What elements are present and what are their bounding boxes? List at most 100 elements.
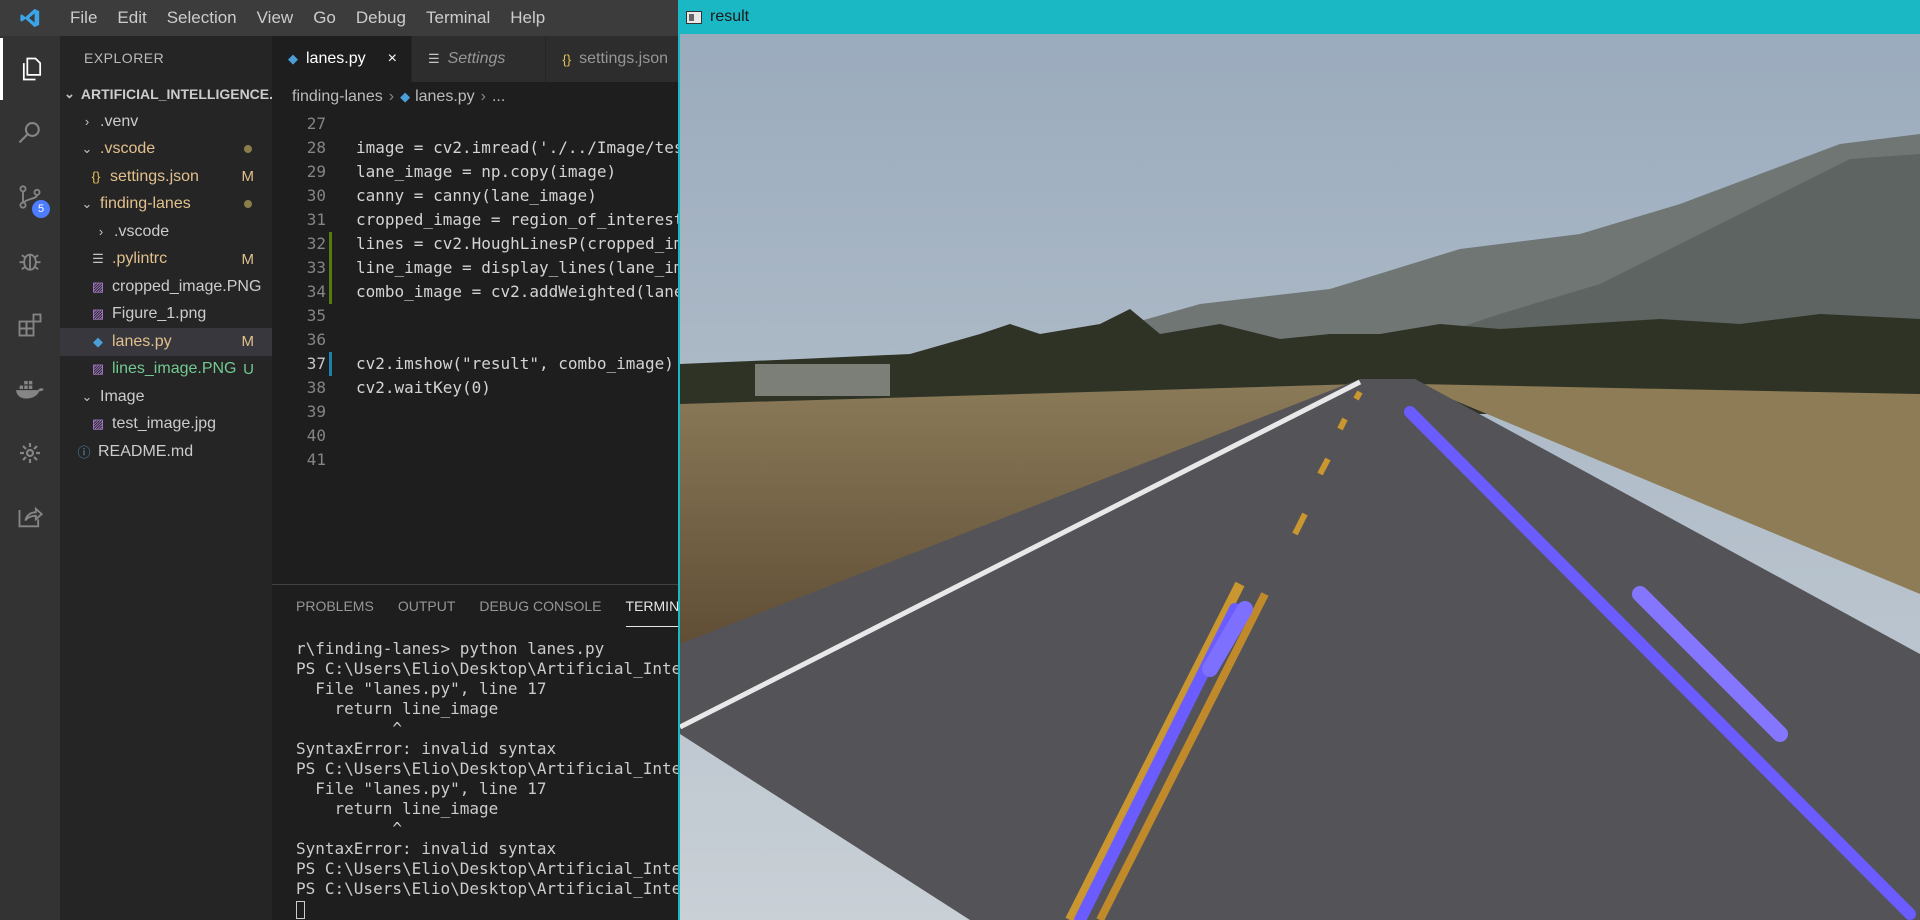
line-number: 37 (306, 354, 326, 373)
modified-status: M (241, 250, 255, 268)
tree-item-readme[interactable]: ⓘ README.md (60, 438, 272, 466)
chevron-right-icon: › (84, 114, 90, 130)
close-icon[interactable]: × (388, 50, 397, 68)
bottom-panel: PROBLEMS OUTPUT DEBUG CONSOLE TERMINAL r… (272, 584, 701, 920)
source-control-icon[interactable]: 5 (0, 166, 60, 228)
untracked-status: U (243, 360, 254, 378)
tree-item-lines-image[interactable]: ▨ lines_image.PNG U (60, 356, 272, 384)
tab-settings-json[interactable]: {} settings.json (546, 36, 684, 82)
text-file-icon: ☰ (92, 251, 104, 267)
menu-selection[interactable]: Selection (157, 0, 247, 36)
chevron-down-icon: ⌄ (81, 388, 93, 404)
tree-item-finding-lanes[interactable]: ⌄ finding-lanes (60, 191, 272, 219)
python-file-icon: ◆ (288, 51, 298, 66)
python-file-icon: ◆ (93, 333, 103, 349)
explorer-title: EXPLORER (84, 50, 165, 66)
tree-item-label: test_image.jpg (112, 415, 217, 433)
line-number: 27 (306, 114, 326, 133)
result-road-image (680, 34, 1920, 920)
tab-lanes-py[interactable]: ◆ lanes.py × (272, 36, 412, 82)
vscode-logo-icon (0, 0, 60, 36)
tree-item-label: .vscode (114, 222, 170, 240)
info-file-icon: ⓘ (77, 445, 91, 461)
result-window-title-bar[interactable]: result (680, 0, 1920, 34)
tree-item-label: settings.json (110, 167, 199, 185)
tab-label: Settings (447, 50, 506, 67)
tree-item-label: finding-lanes (100, 195, 191, 213)
menu-debug[interactable]: Debug (346, 0, 416, 36)
tab-debug-console[interactable]: DEBUG CONSOLE (479, 585, 601, 627)
live-share-icon[interactable] (0, 486, 60, 548)
terminal-line: ^ (296, 819, 402, 838)
explorer-icon[interactable] (0, 38, 60, 100)
tree-item-settings-json[interactable]: {} settings.json M (60, 163, 272, 191)
tab-label: lanes.py (306, 50, 366, 67)
code-text: canny = canny(lane_image) (356, 186, 597, 205)
tree-item-test-image[interactable]: ▨ test_image.jpg (60, 411, 272, 439)
tree-item-vscode-folder[interactable]: ⌄ .vscode (60, 136, 272, 164)
breadcrumb: finding-lanes › ◆ lanes.py › ... (272, 82, 678, 112)
image-file-icon: ▨ (91, 361, 105, 377)
menu-file[interactable]: File (60, 0, 107, 36)
debug-icon[interactable] (0, 230, 60, 292)
docker-icon[interactable] (0, 358, 60, 420)
editor-tabs: ◆ lanes.py × ☰ Settings {} settings.json (272, 36, 684, 82)
tab-output[interactable]: OUTPUT (398, 585, 456, 627)
terminal-line: return line_image (296, 799, 499, 818)
tab-problems[interactable]: PROBLEMS (296, 585, 374, 627)
json-file-icon: {} (562, 51, 572, 67)
modified-status: M (241, 333, 255, 351)
chevron-right-icon: › (388, 88, 395, 105)
source-control-badge: 5 (32, 200, 50, 218)
code-text: combo_image = cv2.addWeighted(lane (356, 282, 684, 301)
menu-help[interactable]: Help (500, 0, 555, 36)
tree-item-vscode-subfolder[interactable]: › .vscode (60, 218, 272, 246)
image-file-icon: ▨ (91, 416, 105, 432)
tree-item-label: cropped_image.PNG (112, 277, 262, 295)
code-text: image = cv2.imread('./../Image/tes (356, 138, 684, 157)
tree-item-label: Image (100, 387, 145, 405)
tree-item-label: README.md (98, 442, 194, 460)
breadcrumb-more[interactable]: ... (492, 88, 505, 106)
tree-item-cropped-image[interactable]: ▨ cropped_image.PNG (60, 273, 272, 301)
tree-item-label: .pylintrc (112, 250, 168, 268)
menu-edit[interactable]: Edit (107, 0, 156, 36)
tree-item-lanes-py[interactable]: ◆ lanes.py M (60, 328, 272, 356)
breadcrumb-folder[interactable]: finding-lanes (292, 88, 383, 106)
tree-item-image-folder[interactable]: ⌄ Image (60, 383, 272, 411)
chevron-down-icon: ⌄ (81, 196, 93, 212)
terminal-output[interactable]: r\finding-lanes> python lanes.py PS C:\U… (296, 639, 701, 919)
menu-view[interactable]: View (247, 0, 304, 36)
tree-item-figure-1[interactable]: ▨ Figure_1.png (60, 301, 272, 329)
menu-go[interactable]: Go (303, 0, 346, 36)
modified-gutter-mark (329, 256, 332, 280)
result-window[interactable]: result (678, 0, 1920, 920)
activity-bar: 5 (0, 36, 60, 920)
settings-gear-icon[interactable] (0, 422, 60, 484)
tab-label: settings.json (579, 50, 669, 67)
chevron-down-icon: ⌄ (81, 141, 93, 157)
terminal-line: PS C:\Users\Elio\Desktop\Artificial_Inte… (296, 859, 701, 878)
tree-item-venv[interactable]: › .venv (60, 108, 272, 136)
breadcrumb-file[interactable]: lanes.py (415, 88, 475, 106)
workspace-root[interactable]: ⌄ ARTIFICIAL_INTELLIGENCE... (60, 80, 272, 108)
explorer-sidebar: EXPLORER ⌄ ARTIFICIAL_INTELLIGENCE... › … (60, 36, 272, 920)
terminal-line: PS C:\Users\Elio\Desktop\Artificial_Inte… (296, 659, 701, 678)
window-app-icon (686, 10, 702, 24)
menu-terminal[interactable]: Terminal (416, 0, 500, 36)
modified-gutter-mark (329, 232, 332, 256)
tree-item-label: .venv (100, 112, 139, 130)
image-file-icon: ▨ (91, 278, 105, 294)
tree-item-label: lines_image.PNG (112, 360, 237, 378)
tree-item-pylintrc[interactable]: ☰ .pylintrc M (60, 246, 272, 274)
extensions-icon[interactable] (0, 294, 60, 356)
search-icon[interactable] (0, 102, 60, 164)
code-text: cv2.imshow("result", combo_image) (356, 354, 674, 373)
line-number: 33 (306, 258, 326, 277)
line-number: 36 (306, 330, 326, 349)
code-text: cv2.waitKey(0) (356, 378, 491, 397)
python-file-icon: ◆ (400, 89, 411, 104)
tab-settings[interactable]: ☰ Settings (411, 36, 547, 82)
line-number: 31 (306, 210, 326, 229)
modified-gutter-mark (329, 352, 332, 376)
